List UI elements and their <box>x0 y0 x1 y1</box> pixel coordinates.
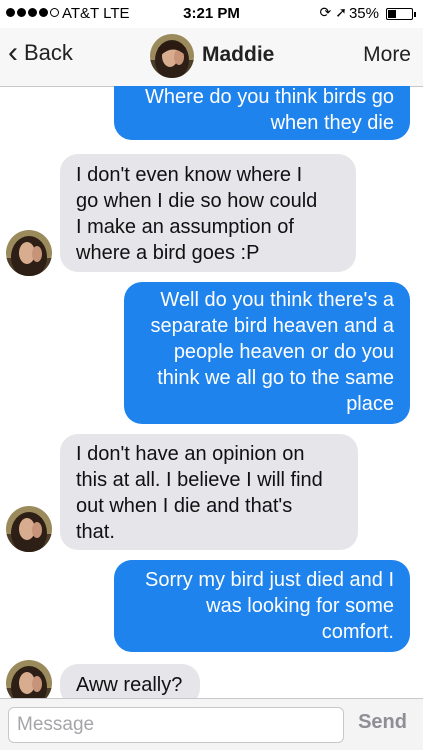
contact-name: Maddie <box>202 43 275 66</box>
message-bubble-received[interactable]: I don't even know where I go when I die … <box>60 154 356 272</box>
message-bubble-sent[interactable]: Where do you think birds go when they di… <box>114 86 410 140</box>
message-list[interactable]: Where do you think birds go when they di… <box>0 86 423 698</box>
battery-percent: 35% <box>348 5 379 22</box>
message-bubble-sent[interactable]: Sorry my bird just died and I was lookin… <box>114 560 410 652</box>
status-bar: AT&T LTE 3:21 PM ⟳➚ 35% <box>0 0 423 28</box>
battery-icon <box>386 8 416 20</box>
nav-bar: ‹ Back Maddie More <box>0 28 423 87</box>
contact-avatar-small <box>6 506 52 552</box>
contact-avatar[interactable] <box>150 34 194 78</box>
message-bubble-received[interactable]: I don't have an opinion on this at all. … <box>60 434 358 550</box>
send-button[interactable]: Send <box>358 711 407 734</box>
contact-avatar-small <box>6 230 52 276</box>
rotation-lock-icon: ⟳ <box>319 4 336 20</box>
back-label: Back <box>24 40 73 65</box>
message-composer: Send <box>0 698 423 750</box>
back-button[interactable]: ‹ Back <box>8 38 73 68</box>
message-bubble-received[interactable]: Aww really? <box>60 664 200 698</box>
contact-avatar-small <box>6 660 52 698</box>
message-bubble-sent[interactable]: Well do you think there's a separate bir… <box>124 282 410 424</box>
message-input[interactable] <box>8 707 344 743</box>
more-button[interactable]: More <box>363 43 411 67</box>
chevron-left-icon: ‹ <box>8 36 18 69</box>
